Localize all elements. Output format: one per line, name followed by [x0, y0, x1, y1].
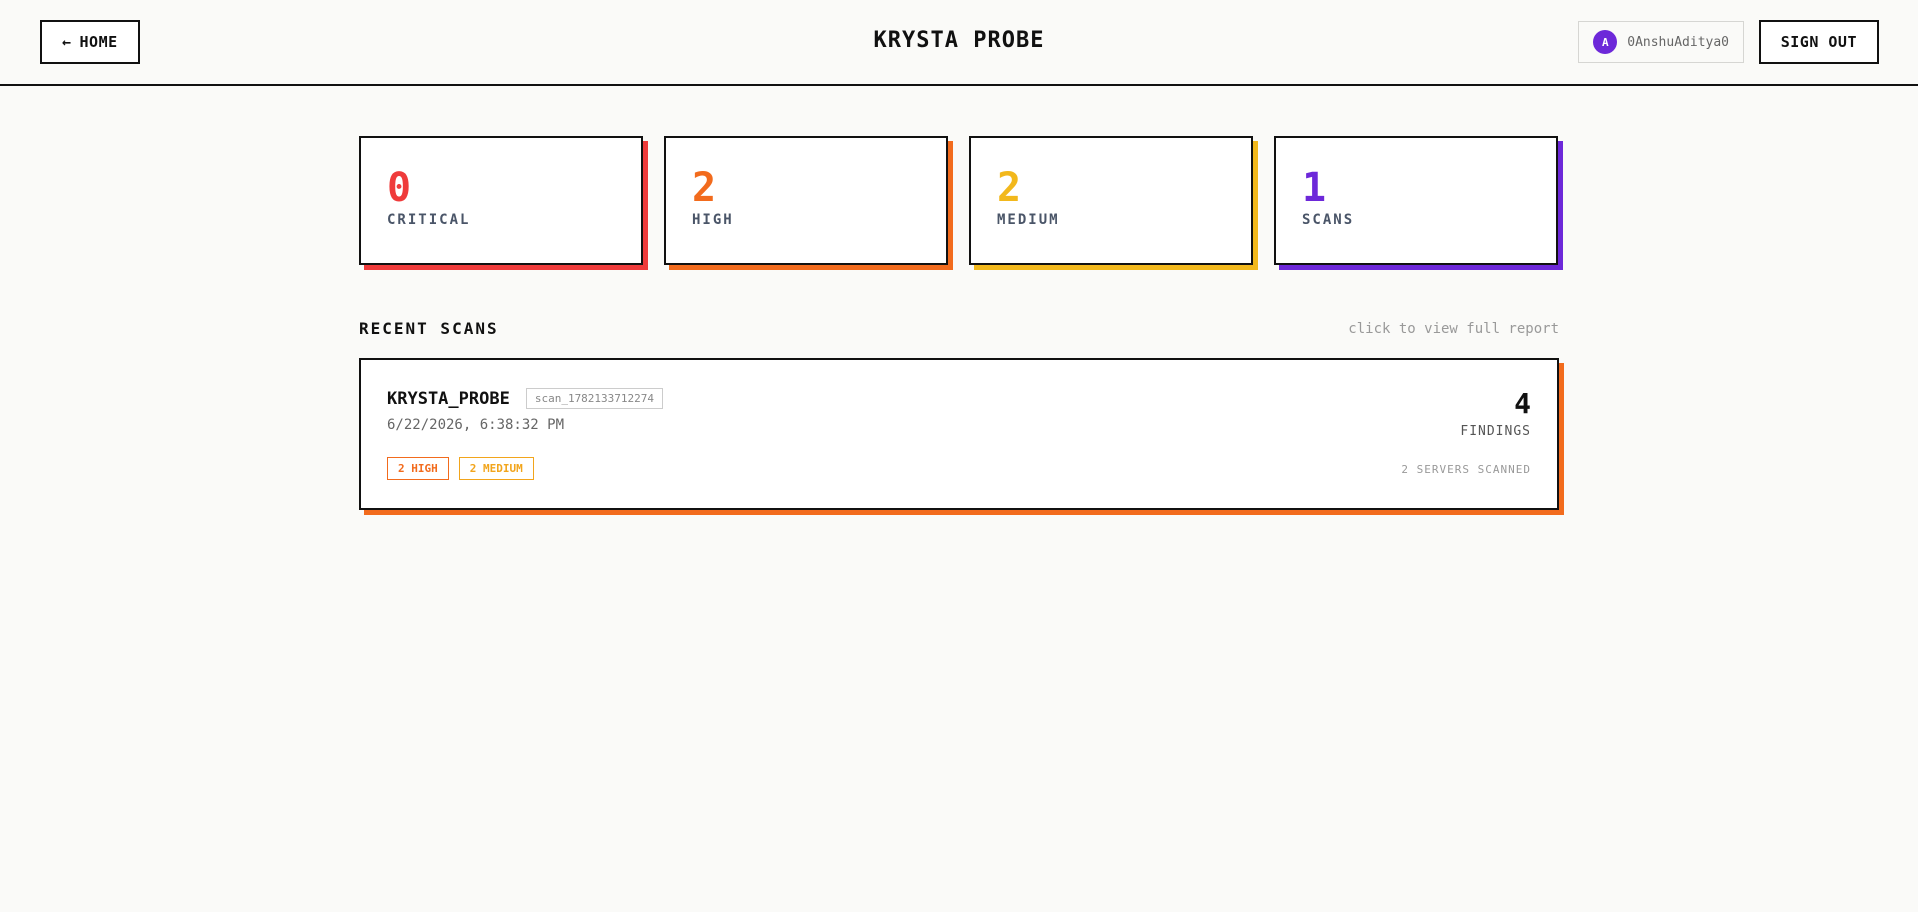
user-chip[interactable]: A 0AnshuAditya0	[1578, 21, 1744, 63]
scan-id-badge: scan_1782133712274	[525, 388, 664, 409]
top-bar: ← HOME KRYSTA PROBE A 0AnshuAditya0 SIGN…	[0, 0, 1918, 86]
scan-name: KRYSTA_PROBE	[387, 388, 510, 409]
main-content: 0 CRITICAL 2 HIGH 2 MEDIUM 1 SCANS RECEN…	[359, 86, 1559, 510]
tag-medium: 2 MEDIUM	[458, 457, 534, 480]
severity-tags: 2 HIGH 2 MEDIUM	[387, 457, 1531, 480]
scan-name-row: KRYSTA_PROBE scan_1782133712274	[387, 388, 1531, 409]
section-hint: click to view full report	[1348, 320, 1559, 337]
scan-date: 6/22/2026, 6:38:32 PM	[387, 417, 565, 433]
stat-card-scans: 1 SCANS	[1274, 136, 1558, 265]
findings-count: 4	[1514, 387, 1531, 420]
stats-row: 0 CRITICAL 2 HIGH 2 MEDIUM 1 SCANS	[359, 136, 1559, 265]
stat-label-scans: SCANS	[1302, 212, 1355, 228]
avatar: A	[1593, 30, 1618, 54]
stat-card-medium: 2 MEDIUM	[969, 136, 1253, 265]
stat-label-medium: MEDIUM	[997, 212, 1060, 228]
username: 0AnshuAditya0	[1627, 34, 1729, 50]
recent-scans-header: RECENT SCANS click to view full report	[359, 319, 1559, 338]
findings-label: FINDINGS	[1460, 424, 1531, 439]
stat-value-scans: 1	[1302, 165, 1327, 211]
sign-out-button[interactable]: SIGN OUT	[1758, 20, 1879, 64]
scan-summary: 4 FINDINGS 2 SERVERS SCANNED	[1401, 387, 1531, 477]
stat-value-critical: 0	[387, 165, 412, 211]
stat-label-high: HIGH	[692, 212, 734, 228]
tag-high: 2 HIGH	[387, 457, 449, 480]
stat-card-high: 2 HIGH	[664, 136, 948, 265]
servers-scanned: 2 SERVERS SCANNED	[1401, 463, 1531, 476]
scan-card[interactable]: KRYSTA_PROBE scan_1782133712274 6/22/202…	[359, 358, 1559, 510]
stat-value-medium: 2	[997, 165, 1022, 211]
stat-value-high: 2	[692, 165, 717, 211]
section-title: RECENT SCANS	[359, 319, 499, 338]
stat-label-critical: CRITICAL	[387, 212, 471, 228]
stat-card-critical: 0 CRITICAL	[359, 136, 643, 265]
